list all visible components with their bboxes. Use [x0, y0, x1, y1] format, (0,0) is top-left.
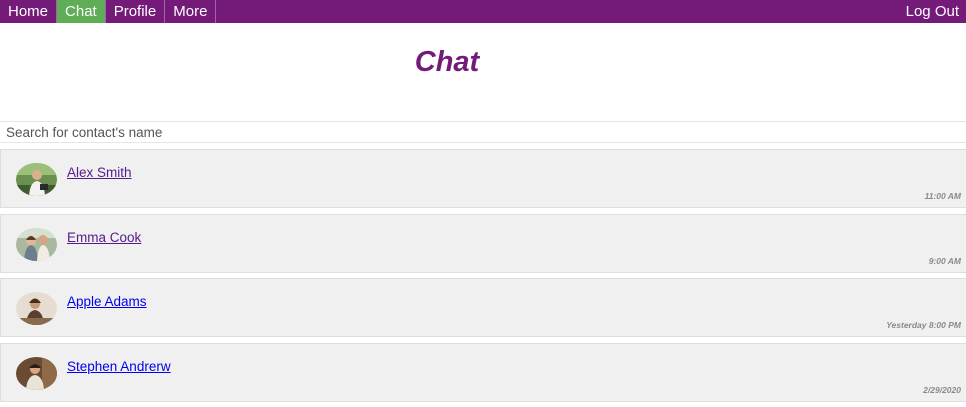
contact-row[interactable]: Alex Smith 11:00 AM — [0, 149, 966, 208]
contact-avatar — [16, 292, 57, 325]
nav-home[interactable]: Home — [0, 0, 58, 23]
contact-avatar — [16, 163, 57, 196]
contact-search-input[interactable] — [0, 121, 966, 143]
nav-profile[interactable]: Profile — [106, 0, 166, 23]
nav-chat[interactable]: Chat — [57, 0, 106, 23]
page-title: Chat — [414, 46, 480, 78]
last-message-time: 11:00 AM — [924, 191, 961, 201]
logout-button[interactable]: Log Out — [898, 0, 966, 23]
last-message-time: Yesterday 8:00 PM — [886, 320, 961, 330]
contact-avatar — [16, 356, 57, 390]
nav-more[interactable]: More — [165, 0, 217, 23]
contact-name-link[interactable]: Stephen Andrerw — [67, 359, 171, 374]
last-message-time: 2/29/2020 — [923, 384, 961, 395]
contact-row[interactable]: Stephen Andrerw 2/29/2020 — [0, 342, 966, 402]
contact-avatar — [16, 227, 57, 261]
contact-name-link[interactable]: Alex Smith — [67, 165, 132, 180]
contact-name-link[interactable]: Apple Adams — [67, 294, 147, 309]
contact-name-link[interactable]: Emma Cook — [67, 230, 141, 245]
last-message-time: 9:00 AM — [928, 255, 961, 266]
contact-row[interactable]: Emma Cook 9:00 AM — [0, 213, 966, 273]
contact-row[interactable]: Apple Adams Yesterday 8:00 PM — [0, 278, 966, 337]
contact-list: Alex Smith 11:00 AM Emma Cook 9:00 AM Ap… — [0, 149, 966, 407]
top-navigation-bar: Home Chat Profile More Log Out — [0, 0, 966, 23]
